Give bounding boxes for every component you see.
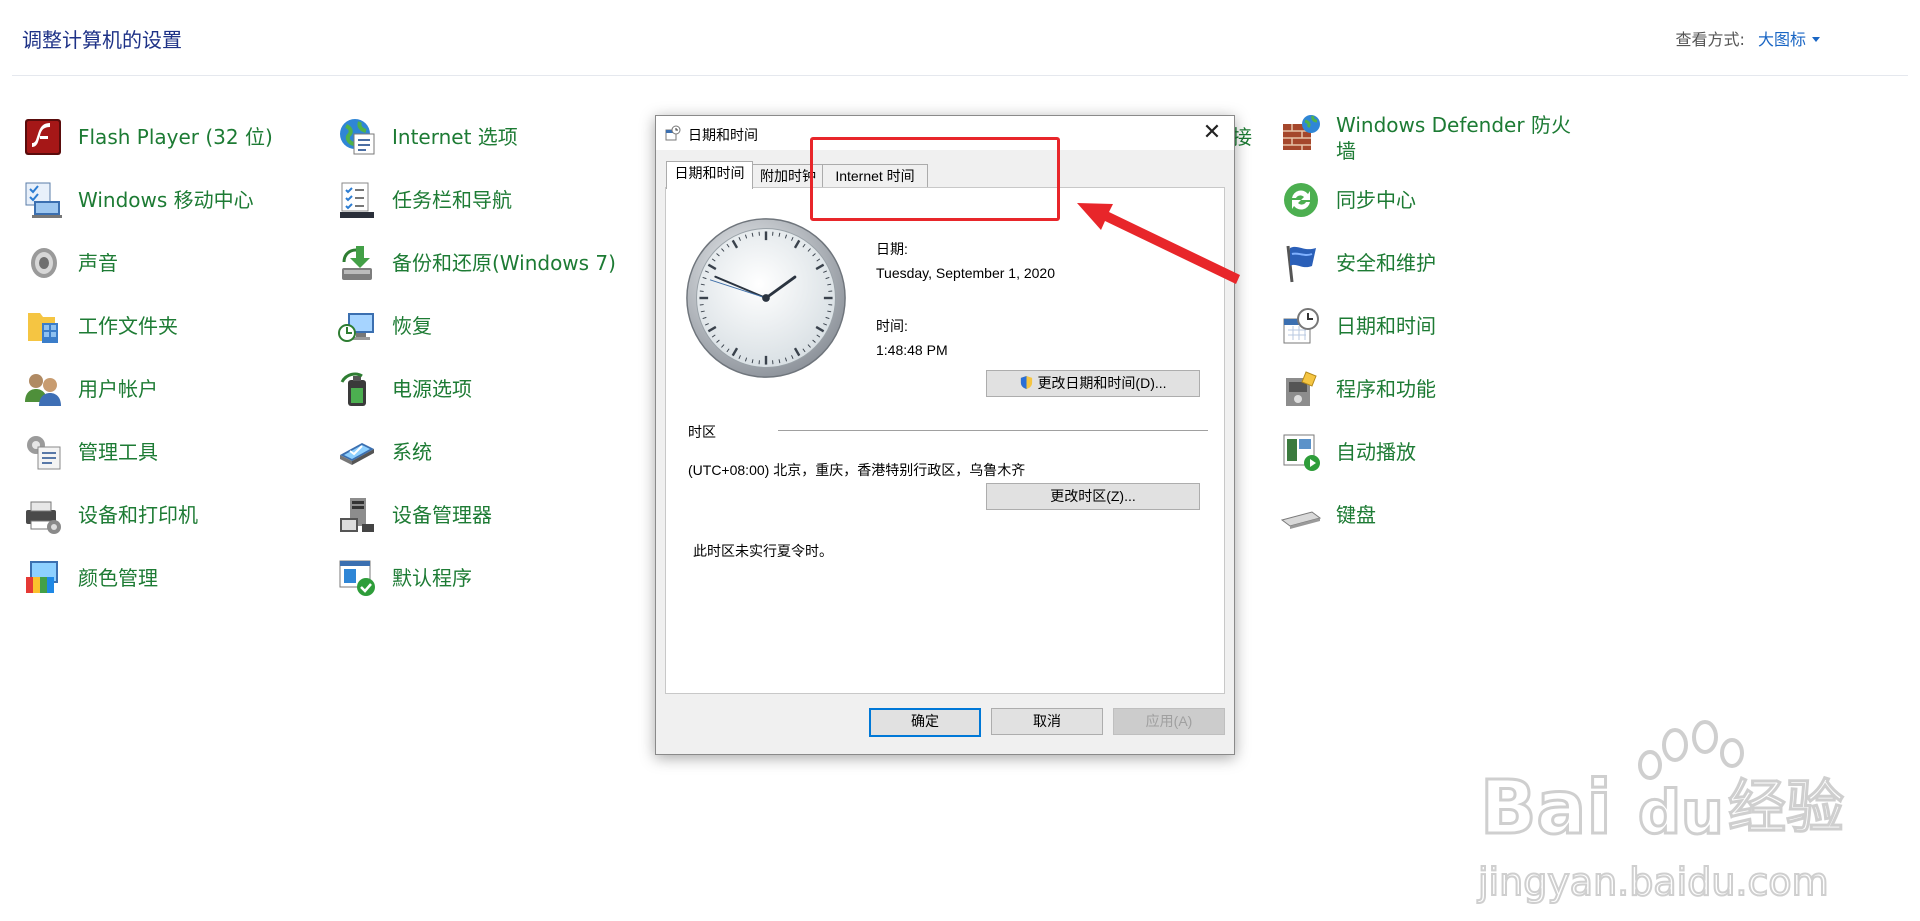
cp-item-firewall[interactable]: Windows Defender 防火墙 <box>1280 112 1576 168</box>
tab-date-time[interactable]: 日期和时间 <box>666 161 753 189</box>
dialog-title: 日期和时间 <box>688 127 758 143</box>
work-folders-icon <box>28 313 58 343</box>
cp-item-backup-restore[interactable]: 备份和还原(Windows 7) <box>336 243 616 283</box>
cp-item-user-accounts[interactable]: 用户帐户 <box>22 369 158 409</box>
user-accounts-icon <box>25 374 61 406</box>
annotation-arrow-icon <box>1077 203 1240 284</box>
backup-restore-icon <box>342 246 372 280</box>
apply-button[interactable]: 应用(A) <box>1113 708 1225 735</box>
sync-center-icon <box>1284 183 1318 217</box>
cp-item-programs-features[interactable]: 程序和功能 <box>1280 369 1436 409</box>
cp-item-keyboard[interactable]: 键盘 <box>1280 495 1376 535</box>
cp-item-mobility-center[interactable]: Windows 移动中心 <box>22 180 254 220</box>
date-label: 日期: <box>876 241 908 257</box>
mobility-center-icon <box>25 182 62 218</box>
recovery-icon <box>338 313 374 342</box>
cp-item-admin-tools[interactable]: 管理工具 <box>22 432 158 472</box>
cp-item-color-management[interactable]: 颜色管理 <box>22 558 158 598</box>
cp-item-sound[interactable]: 声音 <box>22 243 118 283</box>
close-button[interactable]: ✕ <box>1190 116 1234 150</box>
time-label: 时间: <box>876 318 908 334</box>
analog-clock-icon <box>686 218 846 378</box>
internet-options-icon <box>340 119 375 155</box>
watermark-url: jingyan.baidu.com <box>1477 860 1829 904</box>
programs-features-icon <box>1286 371 1317 406</box>
cp-item-power-options[interactable]: 电源选项 <box>336 369 472 409</box>
power-options-icon <box>340 372 366 406</box>
cancel-button[interactable]: 取消 <box>991 708 1103 735</box>
watermark-brand: Bai <box>1480 765 1612 851</box>
color-management-icon <box>26 561 58 593</box>
annotation-highlight-box <box>810 137 1060 221</box>
cp-item-partial[interactable]: 接 <box>1232 117 1252 157</box>
system-icon <box>340 443 374 465</box>
timezone-value: (UTC+08:00) 北京，重庆，香港特别行政区，乌鲁木齐 <box>688 462 1026 478</box>
security-maintenance-flag-icon <box>1286 245 1316 283</box>
keyboard-icon <box>1280 511 1322 529</box>
admin-tools-icon <box>27 436 61 470</box>
cp-item-date-time[interactable]: 日期和时间 <box>1280 306 1436 346</box>
view-by-dropdown[interactable]: 大图标 <box>1758 30 1820 49</box>
watermark-brand2: du <box>1638 778 1724 848</box>
cp-item-system[interactable]: 系统 <box>336 432 432 472</box>
cp-item-device-manager[interactable]: 设备管理器 <box>336 495 492 535</box>
close-icon: ✕ <box>1202 119 1222 144</box>
taskbar-icon <box>340 182 374 218</box>
flash-player-icon <box>25 119 61 155</box>
cp-item-flash-player[interactable]: Flash Player (32 位) <box>22 117 273 157</box>
speaker-icon <box>31 248 57 278</box>
cp-item-taskbar-navigation[interactable]: 任务栏和导航 <box>336 180 512 220</box>
time-value: 1:48:48 PM <box>876 342 948 358</box>
device-manager-icon <box>340 498 374 532</box>
cp-item-recovery[interactable]: 恢复 <box>336 306 432 346</box>
ok-button[interactable]: 确定 <box>869 708 981 737</box>
date-value: Tuesday, September 1, 2020 <box>876 265 1055 281</box>
baidu-jingyan-watermark: Bai du 经验 jingyan.baidu.com <box>1476 720 1846 905</box>
date-time-icon <box>665 125 681 141</box>
printer-icon <box>26 501 61 534</box>
cp-item-work-folders[interactable]: 工作文件夹 <box>22 306 178 346</box>
change-timezone-button[interactable]: 更改时区(Z)... <box>986 483 1200 510</box>
autoplay-icon <box>1283 434 1320 471</box>
timezone-heading: 时区 <box>688 424 716 440</box>
header-divider <box>12 75 1908 76</box>
cp-item-security-maintenance[interactable]: 安全和维护 <box>1280 243 1436 283</box>
cp-item-autoplay[interactable]: 自动播放 <box>1280 432 1416 472</box>
change-date-time-button[interactable]: 更改日期和时间(D)... <box>986 370 1200 397</box>
cp-item-sync-center[interactable]: 同步中心 <box>1280 180 1416 220</box>
view-by-value: 大图标 <box>1757 30 1806 49</box>
cp-item-default-programs[interactable]: 默认程序 <box>336 558 472 598</box>
date-time-icon <box>1283 308 1319 344</box>
view-by: 查看方式: 大图标 <box>1675 26 1820 50</box>
default-programs-icon <box>339 560 375 596</box>
dst-note: 此时区未实行夏令时。 <box>693 543 833 559</box>
uac-shield-icon <box>1021 375 1033 390</box>
cp-item-devices-printers[interactable]: 设备和打印机 <box>22 495 198 535</box>
timezone-divider <box>778 430 1208 432</box>
page-title: 调整计算机的设置 <box>22 28 182 52</box>
caret-down-icon <box>1812 37 1820 42</box>
firewall-icon <box>1283 115 1320 150</box>
view-by-label: 查看方式: <box>1675 30 1745 49</box>
cp-item-internet-options[interactable]: Internet 选项 <box>336 117 518 157</box>
watermark-product: 经验 <box>1728 773 1844 841</box>
